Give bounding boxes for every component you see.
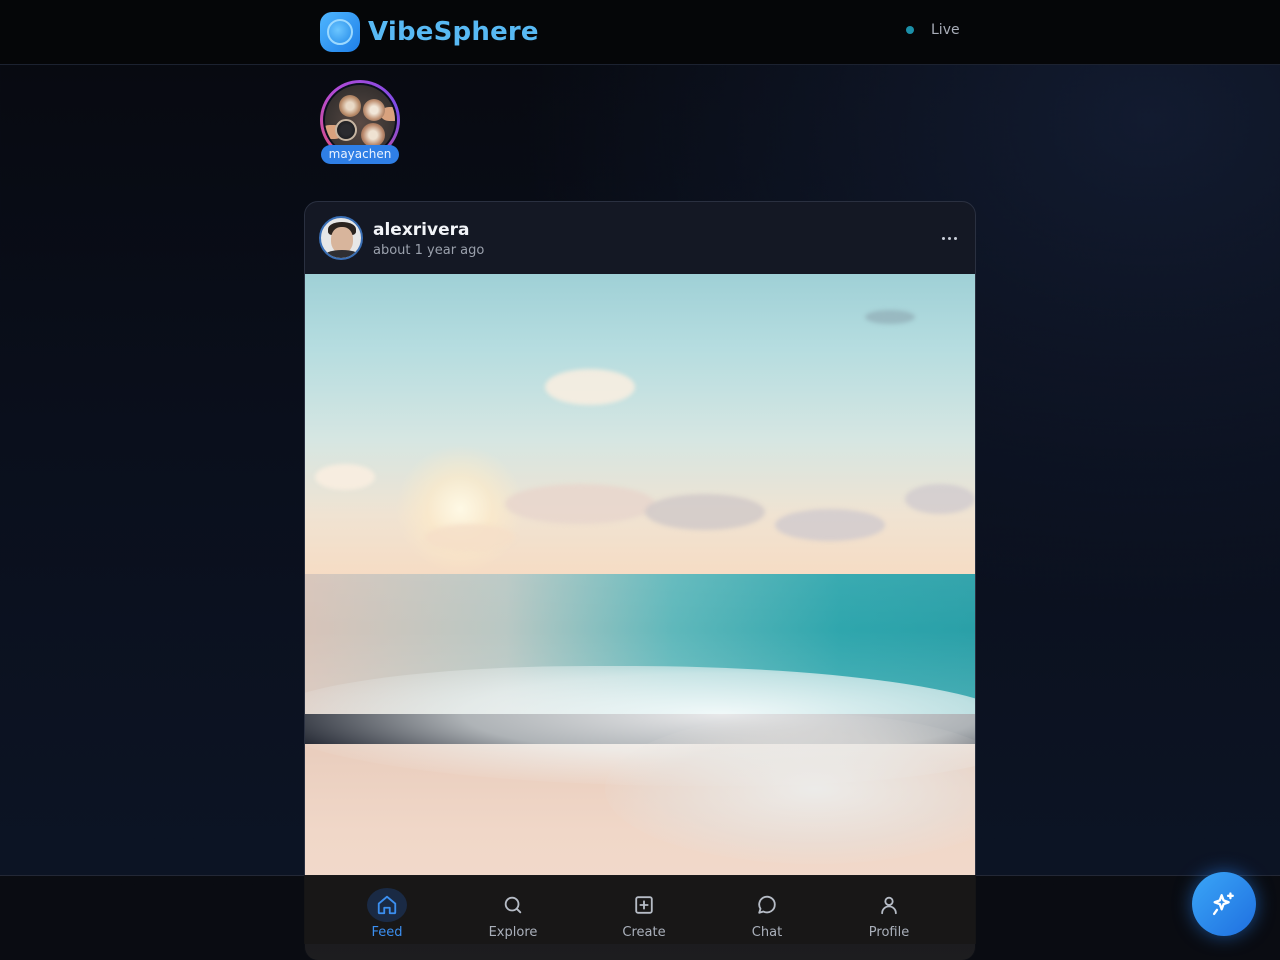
plus-square-icon	[624, 888, 664, 922]
nav-label-chat: Chat	[751, 925, 783, 940]
post-card: alexrivera about 1 year ago	[304, 201, 976, 960]
search-icon	[493, 888, 533, 922]
story-username: mayachen	[321, 145, 399, 164]
sparkles-icon	[1210, 890, 1238, 918]
brand-name: VibeSphere	[368, 17, 539, 47]
nav-label-profile: Profile	[868, 925, 910, 940]
home-icon	[367, 888, 407, 922]
nav-label-feed: Feed	[371, 925, 403, 940]
nav-item-feed[interactable]: Feed	[342, 888, 432, 940]
nav-item-profile[interactable]: Profile	[844, 888, 934, 940]
nav-item-explore[interactable]: Explore	[468, 888, 558, 940]
post-author-username[interactable]: alexrivera	[373, 220, 469, 240]
brand-logo-icon	[320, 12, 360, 52]
live-status: Live	[906, 22, 960, 38]
ai-assistant-button[interactable]	[1192, 872, 1256, 936]
post-author-avatar[interactable]	[319, 216, 363, 260]
live-status-label: Live	[931, 22, 960, 38]
nav-item-chat[interactable]: Chat	[722, 888, 812, 940]
top-bar: VibeSphere Live	[0, 0, 1280, 65]
nav-label-explore: Explore	[488, 925, 538, 940]
more-options-icon[interactable]	[933, 228, 965, 248]
post-timestamp: about 1 year ago	[373, 243, 485, 258]
live-dot-icon	[906, 26, 914, 34]
post-image[interactable]	[305, 274, 975, 960]
user-icon	[869, 888, 909, 922]
story-item[interactable]: mayachen	[320, 80, 400, 166]
nav-label-create: Create	[622, 925, 666, 940]
post-header: alexrivera about 1 year ago	[305, 202, 975, 274]
chat-bubble-icon	[747, 888, 787, 922]
nav-item-create[interactable]: Create	[599, 888, 689, 940]
brand[interactable]: VibeSphere	[320, 12, 539, 52]
